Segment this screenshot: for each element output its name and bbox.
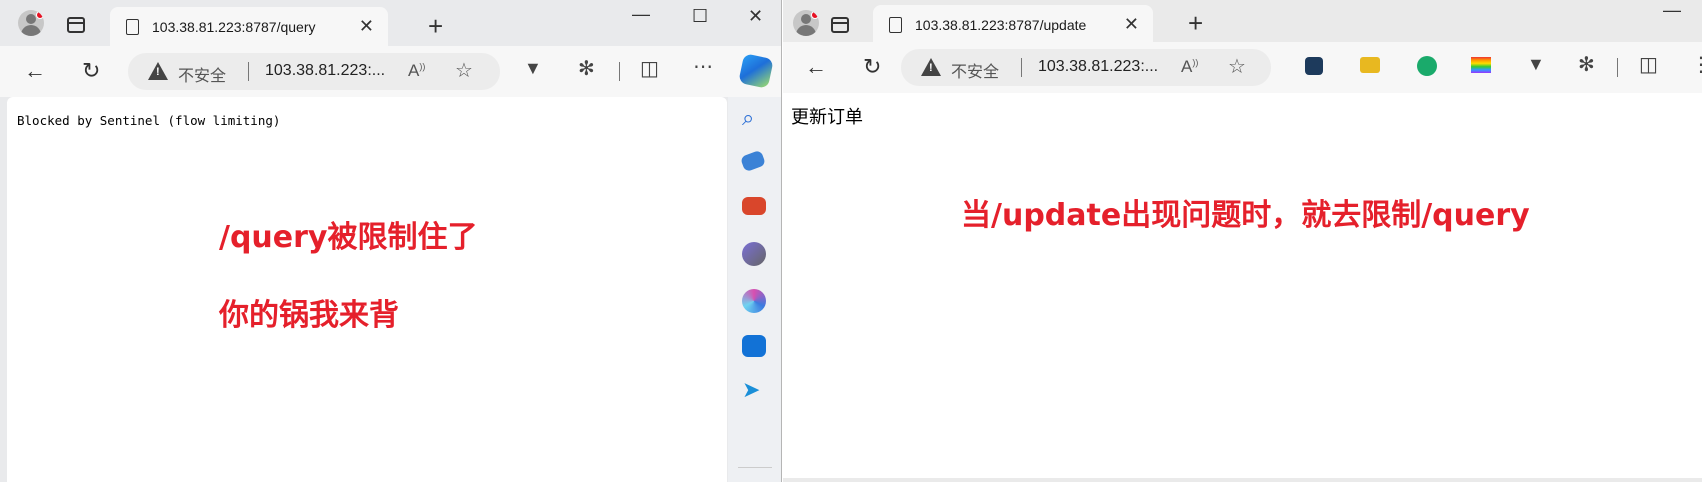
sidebar-divider [738,467,772,468]
url-text[interactable]: 103.38.81.223:... [1038,58,1158,76]
right-browser-window: 103.38.81.223:8787/update ✕ + — ← ↻ 不安全 … [783,0,1702,482]
security-label[interactable]: 不安全 [951,58,999,82]
maximize-button[interactable]: ☐ [692,6,708,27]
notification-dot [811,11,819,19]
tag-icon[interactable] [739,149,767,173]
outlook-icon[interactable] [742,335,766,357]
toolbar-separator [1617,58,1618,77]
tab-update[interactable]: 103.38.81.223:8787/update ✕ [873,5,1153,44]
warning-icon [921,58,941,76]
page-icon [889,17,902,33]
tab-actions-icon[interactable] [831,17,849,33]
refresh-icon[interactable]: ↻ [82,58,100,84]
url-text[interactable]: 103.38.81.223:... [265,62,385,80]
address-separator [1021,58,1022,77]
back-arrow-icon[interactable]: ← [805,54,827,80]
title-bar: 103.38.81.223:8787/query ✕ + — ☐ ✕ [0,0,781,46]
favorite-star-icon[interactable]: ☆ [1228,54,1246,79]
address-bar[interactable]: 不安全 103.38.81.223:... A)) ☆ [901,49,1271,86]
favorite-star-icon[interactable]: ☆ [455,58,473,83]
toolbox-icon[interactable] [742,197,766,215]
address-separator [248,62,249,81]
vue-devtools-icon[interactable]: ▼ [1527,54,1545,75]
toolbar-separator [619,62,620,81]
tab-actions-icon[interactable] [67,17,85,33]
left-browser-window: 103.38.81.223:8787/query ✕ + — ☐ ✕ ← ↻ 不… [0,0,782,482]
back-arrow-icon[interactable]: ← [24,58,46,84]
tab-title: 103.38.81.223:8787/query [152,19,316,35]
send-icon[interactable]: ➤ [742,377,768,403]
toolbar: ← ↻ 不安全 103.38.81.223:... A)) ☆ ▼ ✻ ◫ ⋮ [783,42,1702,93]
blocked-message: Blocked by Sentinel (flow limiting) [17,113,281,128]
profile-avatar[interactable] [18,10,44,36]
tab-close-icon[interactable]: ✕ [359,16,374,37]
edge-sidebar: ⌕ ➤ [728,97,781,482]
new-tab-button[interactable]: + [428,11,443,42]
download-extension-icon[interactable] [1417,56,1437,76]
warning-icon [148,62,168,80]
split-screen-icon[interactable]: ◫ [640,56,659,81]
minimize-button[interactable]: — [632,4,650,25]
security-label[interactable]: 不安全 [178,62,226,86]
search-icon[interactable]: ⌕ [742,105,768,131]
read-aloud-icon[interactable]: A)) [1181,57,1198,77]
minimize-button[interactable]: — [1663,0,1681,21]
page-content: 更新订单 当/update出现问题时，就去限制/query [783,93,1702,478]
extensions-icon[interactable]: ✻ [578,56,595,81]
toolbar: ← ↻ 不安全 103.38.81.223:... A)) ☆ ▼ ✻ ◫ ⋯ [0,46,781,97]
extension-bug-icon[interactable] [1305,57,1323,75]
vue-devtools-icon[interactable]: ▼ [524,58,542,79]
extension-tiger-icon[interactable] [1360,57,1380,73]
office-icon[interactable] [742,289,766,313]
close-window-button[interactable]: ✕ [748,6,763,27]
split-screen-icon[interactable]: ◫ [1639,52,1658,77]
page-icon [126,19,139,35]
update-order-text: 更新订单 [791,107,863,128]
more-menu-icon[interactable]: ⋮ [1691,52,1702,77]
annotation-update-problem: 当/update出现问题时，就去限制/query [961,198,1530,233]
new-tab-button[interactable]: + [1188,8,1203,39]
address-bar[interactable]: 不安全 103.38.81.223:... A)) ☆ [128,53,500,90]
page-content: Blocked by Sentinel (flow limiting) /que… [7,97,727,482]
notification-dot [36,11,44,19]
title-bar: 103.38.81.223:8787/update ✕ + — [783,0,1702,46]
tab-close-icon[interactable]: ✕ [1124,14,1139,35]
profile-avatar[interactable] [793,10,819,36]
games-icon[interactable] [742,242,766,266]
more-menu-icon[interactable]: ⋯ [693,54,713,79]
tab-title: 103.38.81.223:8787/update [915,17,1087,33]
extensions-icon[interactable]: ✻ [1578,52,1595,77]
read-aloud-icon[interactable]: A)) [408,61,425,81]
annotation-query-limited: /query被限制住了 [219,220,478,255]
refresh-icon[interactable]: ↻ [863,54,881,80]
extension-rainbow-icon[interactable] [1471,57,1491,73]
tab-query[interactable]: 103.38.81.223:8787/query ✕ [110,7,388,46]
annotation-blame: 你的锅我来背 [219,298,399,333]
